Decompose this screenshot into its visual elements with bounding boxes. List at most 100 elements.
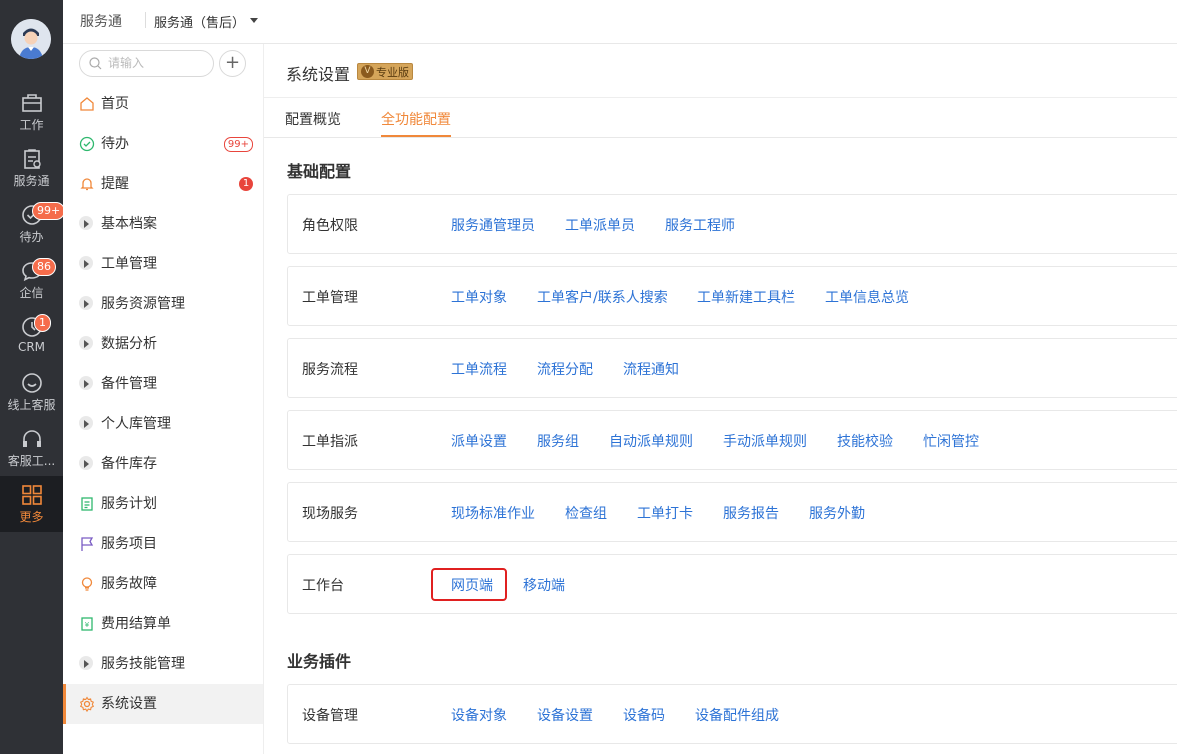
row-label: 工单管理 [302, 290, 358, 306]
config-link-web[interactable]: 网页端 [451, 575, 493, 595]
expand-icon [79, 456, 93, 470]
menu-item-work-order[interactable]: 工单管理 [63, 244, 263, 284]
page-header: 系统设置 V 专业版 [264, 44, 1177, 98]
svg-text:¥: ¥ [85, 621, 90, 629]
brand-title: 服务通 [80, 14, 122, 30]
badge-count: 99+ [223, 137, 253, 152]
config-link[interactable]: 服务外勤 [809, 503, 865, 523]
config-link[interactable]: 技能校验 [837, 431, 893, 451]
rail-label: 客服工... [7, 454, 56, 468]
badge-count: 99+ [32, 202, 66, 220]
search-icon [89, 57, 102, 70]
menu-item-service-fault[interactable]: 服务故障 [63, 564, 263, 604]
app-window: 工作 服务通 待办 99+ 企信 86 CRM 1 线上客服 客服工... 更多… [0, 0, 1177, 754]
config-link[interactable]: 设备设置 [537, 705, 593, 725]
bulb-icon [81, 577, 93, 591]
config-link[interactable]: 工单客户/联系人搜索 [537, 287, 668, 307]
config-link[interactable]: 工单信息总览 [825, 287, 909, 307]
config-link[interactable]: 服务报告 [723, 503, 779, 523]
smile-chat-icon [21, 373, 42, 393]
config-link[interactable]: 工单派单员 [565, 215, 635, 235]
tab-full-config[interactable]: 全功能配置 [381, 109, 451, 129]
rail-item-work[interactable]: 工作 [0, 92, 63, 146]
active-tab-indicator [381, 135, 451, 137]
main-content: 系统设置 V 专业版 配置概览 全功能配置 基础配置 角色权限 服务通管理员 工… [264, 44, 1177, 754]
config-link[interactable]: 派单设置 [451, 431, 507, 451]
config-link[interactable]: 工单对象 [451, 287, 507, 307]
app-select[interactable]: 服务通（售后） [154, 12, 245, 31]
expand-icon [79, 416, 93, 430]
rail-item-customer-service[interactable]: 客服工... [0, 428, 63, 482]
rail-label: 线上客服 [7, 398, 56, 412]
config-row: 角色权限 服务通管理员 工单派单员 服务工程师 [287, 194, 1177, 254]
menu-item-analytics[interactable]: 数据分析 [63, 324, 263, 364]
rail-item-online-service[interactable]: 线上客服 [0, 372, 63, 426]
expand-icon [79, 296, 93, 310]
config-link[interactable]: 工单流程 [451, 359, 507, 379]
menu-item-parts-inventory[interactable]: 备件库存 [63, 444, 263, 484]
rail-item-more[interactable]: 更多 [0, 476, 63, 532]
config-link[interactable]: 工单打卡 [637, 503, 693, 523]
briefcase-icon [21, 94, 42, 112]
expand-icon [79, 256, 93, 270]
config-link[interactable]: 自动派单规则 [609, 431, 693, 451]
config-link[interactable]: 手动派单规则 [723, 431, 807, 451]
row-label: 工作台 [302, 578, 344, 594]
config-link[interactable]: 服务组 [537, 431, 579, 451]
rail-label: 服务通 [13, 174, 50, 188]
caret-down-icon[interactable] [250, 18, 258, 23]
menu-item-basic-archive[interactable]: 基本档案 [63, 204, 263, 244]
menu-item-resources[interactable]: 服务资源管理 [63, 284, 263, 324]
invoice-icon: ¥ [81, 617, 93, 631]
row-label: 现场服务 [302, 506, 358, 522]
row-label: 工单指派 [302, 434, 358, 450]
rail-item-crm[interactable]: CRM 1 [0, 314, 63, 370]
config-link[interactable]: 流程通知 [623, 359, 679, 379]
menu-item-settlement[interactable]: ¥ 费用结算单 [63, 604, 263, 644]
rail-label: 企信 [19, 286, 44, 300]
config-link[interactable]: 服务工程师 [665, 215, 735, 235]
rail-item-todo[interactable]: 待办 99+ [0, 202, 66, 258]
page-title: 系统设置 [286, 65, 351, 84]
service-icon [23, 149, 41, 169]
home-icon [80, 97, 94, 111]
menu-item-service-project[interactable]: 服务项目 [63, 524, 263, 564]
config-link[interactable]: 忙闲管控 [923, 431, 979, 451]
search-input[interactable]: 请输入 [79, 50, 214, 77]
config-link[interactable]: 工单新建工具栏 [697, 287, 795, 307]
menu-item-reminder[interactable]: 提醒 1 [63, 164, 263, 204]
tab-overview[interactable]: 配置概览 [285, 109, 341, 129]
search-placeholder: 请输入 [108, 56, 145, 70]
menu-item-home[interactable]: 首页 [63, 84, 263, 124]
clipboard-icon [81, 497, 93, 511]
config-link[interactable]: 设备配件组成 [695, 705, 779, 725]
config-link[interactable]: 设备对象 [451, 705, 507, 725]
rail-item-service[interactable]: 服务通 [0, 148, 63, 202]
config-link[interactable]: 现场标准作业 [451, 503, 535, 523]
section-title: 基础配置 [287, 162, 352, 181]
config-link[interactable]: 设备码 [623, 705, 665, 725]
edition-badge: V 专业版 [357, 63, 413, 80]
config-link-mobile[interactable]: 移动端 [523, 575, 565, 595]
config-row: 服务流程 工单流程 流程分配 流程通知 [287, 338, 1177, 398]
config-link[interactable]: 流程分配 [537, 359, 593, 379]
row-label: 角色权限 [302, 218, 358, 234]
config-link[interactable]: 检查组 [565, 503, 607, 523]
config-row: 工单管理 工单对象 工单客户/联系人搜索 工单新建工具栏 工单信息总览 [287, 266, 1177, 326]
rail-item-messages[interactable]: 企信 86 [0, 258, 63, 314]
top-header: 服务通 服务通（售后） [63, 0, 1177, 44]
menu-item-todo[interactable]: 待办 99+ [63, 124, 263, 164]
config-row: 工作台 网页端 移动端 [287, 554, 1177, 614]
menu-item-system-settings[interactable]: 系统设置 [63, 684, 263, 724]
add-button[interactable]: + [219, 50, 246, 77]
menu-item-skill-management[interactable]: 服务技能管理 [63, 644, 263, 684]
rail-label: 待办 [19, 230, 44, 244]
config-link[interactable]: 服务通管理员 [451, 215, 535, 235]
avatar[interactable] [11, 19, 51, 59]
rail-label: CRM [17, 340, 46, 354]
menu-item-personal-store[interactable]: 个人库管理 [63, 404, 263, 444]
left-rail: 工作 服务通 待办 99+ 企信 86 CRM 1 线上客服 客服工... 更多 [0, 0, 66, 754]
expand-icon [79, 656, 93, 670]
menu-item-service-plan[interactable]: 服务计划 [63, 484, 263, 524]
menu-item-spare-parts[interactable]: 备件管理 [63, 364, 263, 404]
